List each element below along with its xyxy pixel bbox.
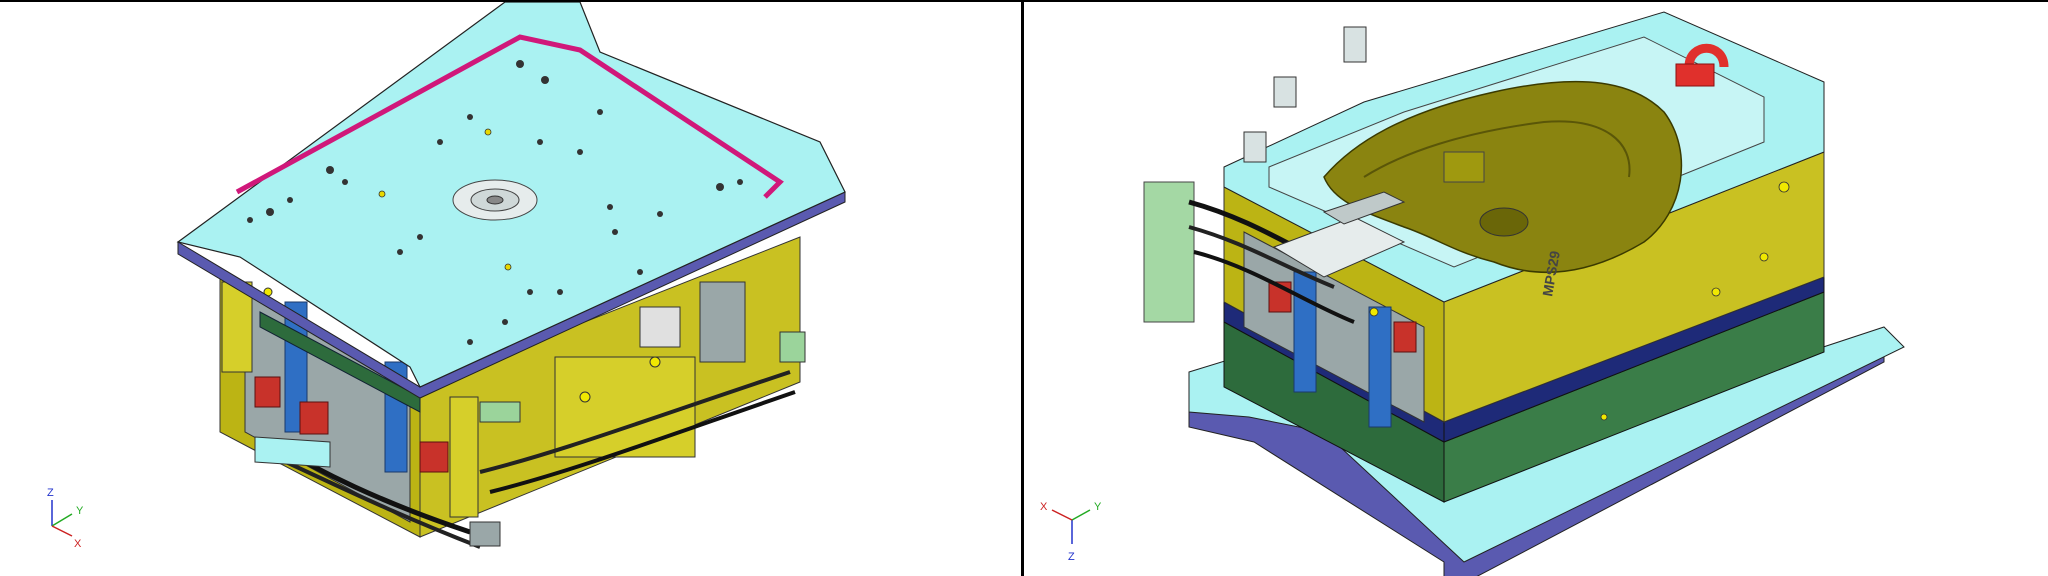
- part-pocket: [1443, 151, 1485, 183]
- red-block: [299, 401, 329, 435]
- corner-block: [1243, 131, 1267, 163]
- cad-viewport-area: Z Y X MPS29 X Y Z: [0, 0, 2048, 576]
- part-grille: [1479, 207, 1529, 237]
- z-axis-label: Z: [1068, 551, 1075, 563]
- y-axis-label: Y: [1094, 501, 1102, 513]
- viewport-left[interactable]: Z Y X: [0, 0, 1022, 576]
- corner-block: [1273, 76, 1297, 108]
- corner-block: [1343, 26, 1367, 63]
- axis-triad-left: Z Y X: [47, 487, 84, 550]
- blue-pillar: [1293, 271, 1317, 393]
- red-block: [419, 441, 449, 473]
- x-axis-label: X: [74, 538, 82, 550]
- bolt-head: [579, 391, 591, 403]
- cylinder-block: [639, 306, 681, 348]
- valve-block: [479, 401, 521, 423]
- red-block: [1393, 321, 1417, 353]
- x-axis-label: X: [1040, 501, 1048, 513]
- gray-block: [699, 281, 746, 363]
- base-plate-small: [254, 436, 331, 468]
- olive-column: [449, 396, 479, 518]
- red-block: [254, 376, 281, 408]
- blue-pillar: [1368, 306, 1392, 428]
- y-axis-line: [1071, 509, 1091, 521]
- mold-model-left[interactable]: [0, 2, 1022, 576]
- axis-triad-right: X Y Z: [1040, 501, 1102, 563]
- x-axis-line: [51, 525, 73, 537]
- viewport-right[interactable]: MPS29 X Y Z: [1024, 0, 2048, 576]
- z-axis-label: Z: [47, 487, 54, 499]
- valve-block: [779, 331, 806, 363]
- x-axis-line: [1051, 509, 1073, 521]
- eye-bolt-base: [1675, 63, 1715, 87]
- connector-block: [469, 521, 501, 547]
- y-axis-label: Y: [76, 505, 84, 517]
- bolt-head: [649, 356, 661, 368]
- y-axis-line: [51, 513, 73, 527]
- sprue-hole: [486, 195, 504, 205]
- mold-model-right[interactable]: MPS29: [1024, 2, 2048, 576]
- valve-manifold: [1143, 181, 1195, 323]
